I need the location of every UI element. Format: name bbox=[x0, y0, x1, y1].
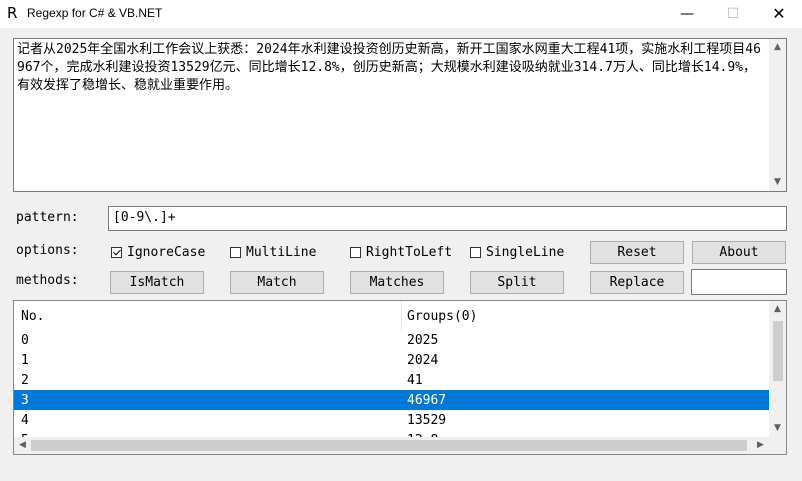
cell-no: 2 bbox=[21, 373, 29, 388]
column-divider[interactable] bbox=[401, 301, 402, 331]
maximize-button[interactable]: ☐ bbox=[710, 0, 756, 28]
options-label: options: bbox=[16, 243, 79, 258]
righttoleft-label: RightToLeft bbox=[366, 244, 453, 260]
cell-group: 46967 bbox=[407, 393, 447, 408]
checkbox-checked-icon bbox=[111, 246, 122, 258]
minimize-button[interactable]: — bbox=[664, 0, 710, 28]
results-horizontal-scrollbar[interactable]: ◀ ▶ bbox=[14, 437, 769, 454]
split-button[interactable]: Split bbox=[470, 271, 564, 294]
replace-input[interactable] bbox=[691, 269, 787, 295]
chevron-up-icon[interactable]: ▲ bbox=[769, 301, 786, 318]
pattern-value: [0-9\.]+ bbox=[113, 210, 176, 225]
window-title: Regexp for C# & VB.NET bbox=[27, 6, 163, 20]
input-text: 记者从2025年全国水利工作会议上获悉：2024年水利建设投资创历史新高，新开工… bbox=[17, 42, 761, 93]
textarea-scrollbar[interactable]: ▲ ▼ bbox=[769, 39, 786, 191]
matches-button[interactable]: Matches bbox=[350, 271, 444, 294]
chevron-down-icon[interactable]: ▼ bbox=[769, 420, 786, 437]
table-row[interactable]: 0 2025 bbox=[14, 330, 769, 350]
cell-no: 1 bbox=[21, 353, 29, 368]
table-row[interactable]: 2 41 bbox=[14, 370, 769, 390]
chevron-up-icon[interactable]: ▲ bbox=[769, 39, 786, 56]
methods-label: methods: bbox=[16, 273, 79, 288]
cell-group: 41 bbox=[407, 373, 423, 388]
multiline-checkbox[interactable]: MultiLine bbox=[230, 243, 316, 261]
cell-group: 2024 bbox=[407, 353, 439, 368]
cell-group: 13529 bbox=[407, 413, 447, 428]
table-row[interactable]: 3 46967 bbox=[14, 390, 769, 410]
checkbox-icon bbox=[350, 246, 361, 258]
checkbox-icon bbox=[470, 246, 481, 258]
close-button[interactable]: ✕ bbox=[756, 0, 802, 28]
pattern-input[interactable]: [0-9\.]+ bbox=[108, 206, 787, 231]
cell-no: 4 bbox=[21, 413, 29, 428]
cell-no: 0 bbox=[21, 333, 29, 348]
column-header-groups[interactable]: Groups(0) bbox=[407, 301, 477, 331]
input-textarea[interactable]: 记者从2025年全国水利工作会议上获悉：2024年水利建设投资创历史新高，新开工… bbox=[13, 38, 787, 192]
table-row[interactable]: 4 13529 bbox=[14, 410, 769, 430]
replace-button[interactable]: Replace bbox=[590, 271, 684, 294]
app-icon: R bbox=[7, 4, 18, 22]
ignorecase-label: IgnoreCase bbox=[127, 244, 206, 260]
cell-no: 3 bbox=[21, 393, 29, 408]
about-button[interactable]: About bbox=[692, 241, 786, 264]
multiline-label: MultiLine bbox=[246, 244, 317, 260]
checkbox-icon bbox=[230, 246, 241, 258]
horizontal-scroll-thumb[interactable] bbox=[31, 440, 747, 451]
scrollbar-corner bbox=[769, 437, 786, 454]
chevron-left-icon[interactable]: ◀ bbox=[14, 437, 31, 454]
singleline-checkbox[interactable]: SingleLine bbox=[470, 243, 564, 261]
righttoleft-checkbox[interactable]: RightToLeft bbox=[350, 243, 452, 261]
vertical-scroll-thumb[interactable] bbox=[773, 321, 783, 381]
column-header-no[interactable]: No. bbox=[21, 301, 44, 331]
cell-group: 2025 bbox=[407, 333, 439, 348]
ismatch-button[interactable]: IsMatch bbox=[110, 271, 204, 294]
results-listview[interactable]: No. Groups(0) 0 2025 1 2024 2 41 3 46967… bbox=[13, 300, 787, 455]
chevron-down-icon[interactable]: ▼ bbox=[769, 174, 786, 191]
title-bar: R Regexp for C# & VB.NET — ☐ ✕ bbox=[0, 0, 802, 28]
singleline-label: SingleLine bbox=[486, 244, 565, 260]
pattern-label: pattern: bbox=[16, 210, 79, 225]
reset-button[interactable]: Reset bbox=[590, 241, 684, 264]
table-row[interactable]: 1 2024 bbox=[14, 350, 769, 370]
chevron-right-icon[interactable]: ▶ bbox=[752, 437, 769, 454]
ignorecase-checkbox[interactable]: IgnoreCase bbox=[111, 243, 205, 261]
match-button[interactable]: Match bbox=[230, 271, 324, 294]
results-vertical-scrollbar[interactable]: ▲ ▼ bbox=[769, 301, 786, 437]
